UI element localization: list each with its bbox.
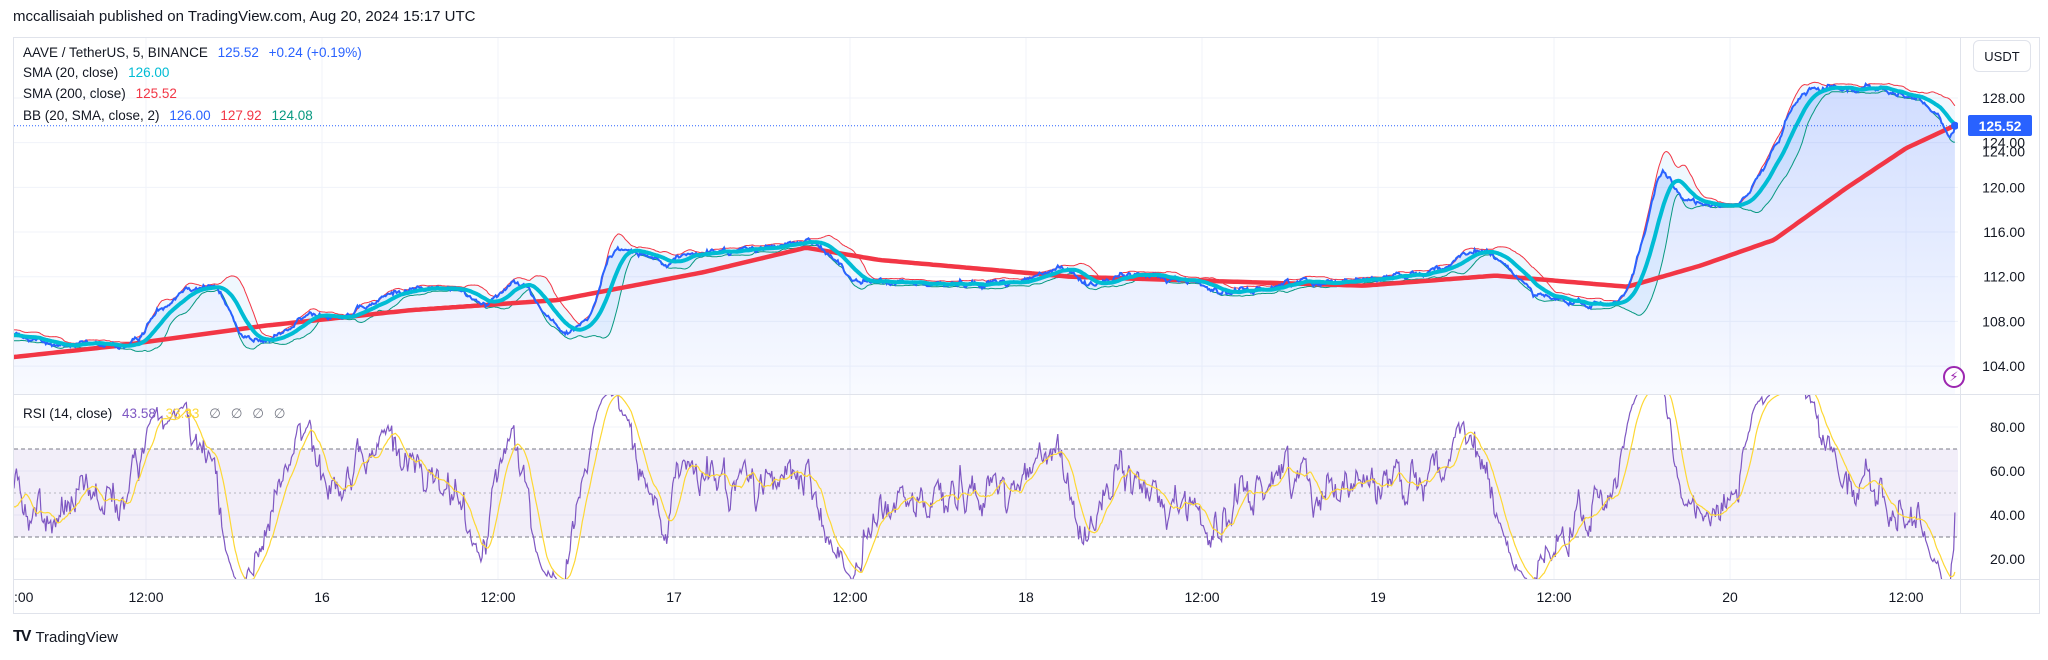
time-tick-label: 12:00 — [128, 589, 163, 605]
price-change: +0.24 (+0.19%) — [268, 45, 362, 60]
time-tick-label: 12:00 — [1889, 589, 1924, 605]
price-tick-label: 124.00 — [1982, 144, 2025, 160]
rsi-tick-label: 60.00 — [1990, 463, 2025, 479]
bb-lower-value: 124.08 — [271, 108, 313, 123]
rsi-empty-3: ∅ — [252, 406, 264, 421]
currency-button[interactable]: USDT — [1973, 40, 2031, 72]
legend-rsi-row[interactable]: RSI (14, close) 43.58 33.33 ∅ ∅ ∅ ∅ — [23, 406, 292, 422]
rsi-empty-1: ∅ — [209, 406, 221, 421]
time-tick-label: 20 — [1722, 589, 1738, 605]
rsi-empty-2: ∅ — [230, 406, 243, 421]
rsi-value: 43.58 — [122, 406, 156, 421]
rsi-pane — [14, 395, 1958, 579]
bb-basis-value: 126.00 — [169, 108, 211, 123]
rsi-tick-label: 20.00 — [1990, 551, 2025, 567]
last-price: 125.52 — [217, 45, 259, 60]
bb-label: BB (20, SMA, close, 2) — [23, 108, 160, 123]
lightning-icon[interactable]: ⚡ — [1943, 366, 1965, 388]
rsi-ma-value: 33.33 — [165, 406, 200, 421]
tv-logo-icon: TV — [13, 628, 32, 645]
sma20-value: 126.00 — [128, 65, 170, 80]
chart-canvas[interactable]: 104.00 108.00 112.00 116.00 120.00 124.00 128.… — [0, 0, 2048, 660]
price-tick-label: 116.00 — [1983, 224, 2025, 240]
rsi-empty-4: ∅ — [273, 406, 286, 421]
last-price-dot — [1950, 121, 1958, 130]
bb-upper-value: 127.92 — [220, 108, 262, 123]
legend-sma20-row[interactable]: SMA (20, close) 126.00 — [23, 65, 175, 80]
legend-symbol-row: AAVE / TetherUS, 5, BINANCE 125.52 +0.24… — [23, 45, 368, 60]
tradingview-logo[interactable]: TV TradingView — [13, 628, 118, 646]
time-tick-label: 17 — [666, 589, 682, 605]
time-tick-label: 12:00 — [832, 589, 867, 605]
rsi-label: RSI (14, close) — [23, 406, 113, 421]
symbol-label[interactable]: AAVE / TetherUS, 5, BINANCE — [23, 45, 208, 60]
sma200-value: 125.52 — [135, 86, 177, 101]
time-tick-label: 19 — [1370, 589, 1386, 605]
rsi-tick-label: 40.00 — [1990, 507, 2025, 523]
price-tick-label: 112.00 — [1983, 269, 2025, 285]
time-tick-label: 12:00 — [1537, 589, 1572, 605]
price-tick-label: 120.00 — [1982, 179, 2025, 195]
rsi-tick-label: 80.00 — [1990, 419, 2025, 435]
last-price-tag: 125.52 — [1968, 115, 2032, 136]
time-tick-label: 12:00 — [480, 589, 515, 605]
time-tick-label: 16 — [314, 589, 330, 605]
sma200-label: SMA (200, close) — [23, 86, 126, 101]
time-tick-label: 12:00 — [1185, 589, 1220, 605]
time-tick-label: 18 — [1018, 589, 1034, 605]
time-tick-label: :00 — [14, 589, 34, 605]
price-pane — [14, 81, 1958, 394]
legend-bb-row[interactable]: BB (20, SMA, close, 2) 126.00 127.92 124… — [23, 108, 319, 123]
legend-sma200-row[interactable]: SMA (200, close) 125.52 — [23, 86, 183, 101]
sma20-label: SMA (20, close) — [23, 65, 119, 80]
price-tick-label: 128.00 — [1982, 90, 2025, 106]
brand-name: TradingView — [35, 628, 118, 646]
price-tick-label: 108.00 — [1982, 313, 2025, 329]
price-tick-label: 104.00 — [1982, 358, 2025, 374]
